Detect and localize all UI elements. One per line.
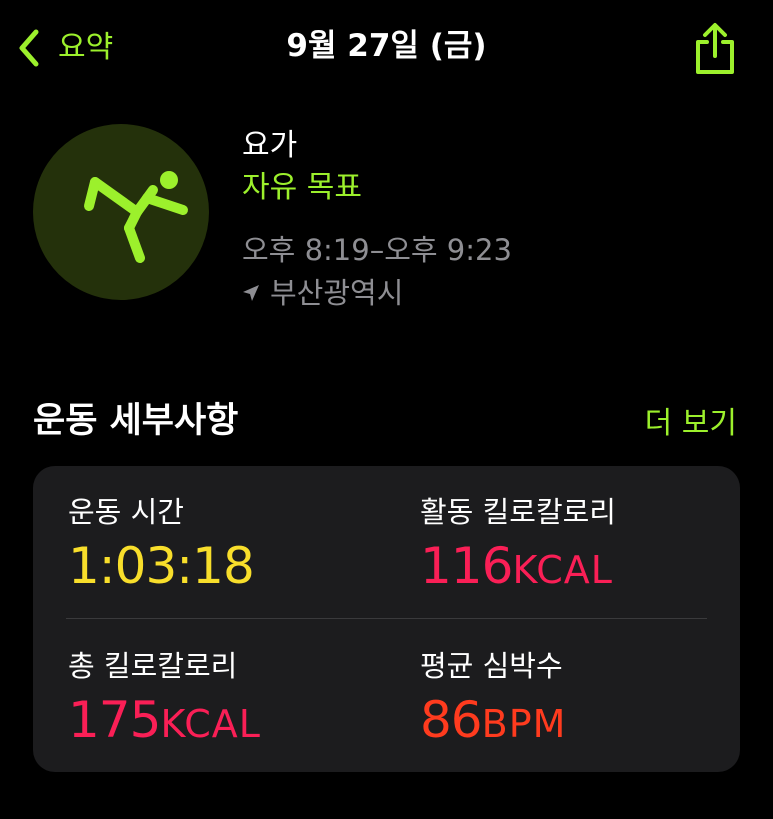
workout-name: 요가 (242, 128, 298, 163)
metric-number: 86 (420, 691, 483, 749)
metric-value: 1:03:18 (68, 536, 255, 600)
metric-label: 운동 시간 (68, 495, 184, 529)
divider (66, 618, 707, 619)
metric-number: 1:03:18 (68, 537, 255, 595)
metric-value: 116KCAL (420, 536, 616, 600)
metric-total-kcal: 총 킬로칼로리 175KCAL (68, 646, 261, 754)
metric-label: 평균 심박수 (420, 649, 563, 683)
workout-type-badge (33, 124, 209, 300)
metric-workout-time: 운동 시간 1:03:18 (68, 492, 255, 600)
workout-details-card: 운동 시간 1:03:18 활동 킬로칼로리 116KCAL 총 킬로칼로리 1… (33, 466, 740, 772)
metric-active-kcal: 활동 킬로칼로리 116KCAL (420, 492, 616, 600)
nav-bar: 요약 9월 27일 (금) (0, 0, 773, 100)
workout-goal: 자유 목표 (242, 170, 362, 205)
metric-value: 175KCAL (68, 690, 261, 754)
metric-unit: KCAL (160, 702, 261, 746)
workout-info: 요가 자유 목표 오후 8:19–오후 9:23 부산광역시 (242, 125, 512, 315)
page-title: 9월 27일 (금) (286, 28, 487, 64)
show-more-button[interactable]: 더 보기 (645, 402, 737, 446)
metric-value: 86BPM (420, 690, 566, 754)
share-icon (696, 23, 734, 74)
location-arrow-icon (243, 285, 259, 301)
section-title: 운동 세부사항 (33, 401, 239, 441)
metric-label: 총 킬로칼로리 (68, 649, 238, 683)
workout-location: 부산광역시 (242, 271, 512, 315)
workout-time-range: 오후 8:19–오후 9:23 (242, 233, 512, 267)
metric-number: 175 (68, 691, 161, 749)
yoga-figure-icon (84, 171, 188, 263)
metric-avg-heart-rate: 평균 심박수 86BPM (420, 646, 566, 754)
metric-number: 116 (420, 537, 513, 595)
metric-unit: BPM (481, 702, 567, 746)
metric-label: 활동 킬로칼로리 (420, 495, 616, 529)
share-button[interactable] (690, 20, 740, 76)
location-label: 부산광역시 (270, 276, 404, 310)
metric-unit: KCAL (512, 548, 613, 592)
